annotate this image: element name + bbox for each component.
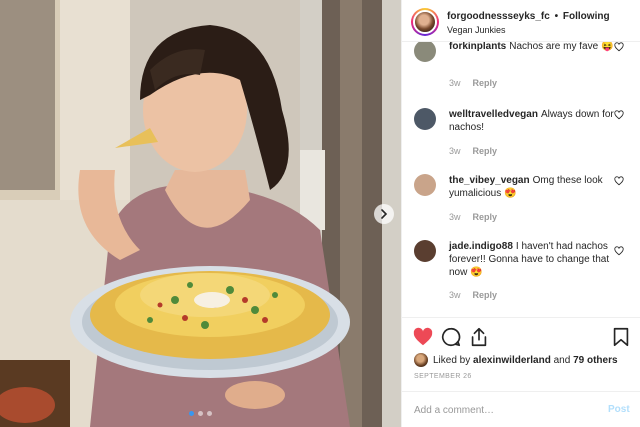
carousel-dot <box>207 411 212 416</box>
heart-icon[interactable] <box>614 246 624 256</box>
post-side-panel: forgoodnessseyks_fc • Following Vegan Ju… <box>401 0 640 427</box>
likes-prefix: Liked by <box>433 354 471 366</box>
commenter-username[interactable]: the_vibey_vegan <box>449 175 530 186</box>
post-location[interactable]: Vegan Junkies <box>447 25 506 35</box>
comment-composer: Post <box>402 391 640 427</box>
commenter-username[interactable]: forkinplants <box>449 42 506 52</box>
commenter-avatar[interactable] <box>414 240 436 262</box>
commenter-username[interactable]: jade.indigo88 <box>449 241 513 252</box>
like-heart-icon[interactable] <box>412 326 434 348</box>
author-avatar[interactable] <box>411 8 439 36</box>
comment-meta: 3w Reply <box>449 146 497 156</box>
comment-text: forkinplants Nachos are my fave 😝 <box>449 42 617 53</box>
carousel-dot <box>198 411 203 416</box>
nachos-photo-illustration <box>0 0 401 427</box>
reply-button[interactable]: Reply <box>473 212 498 222</box>
bookmark-icon[interactable] <box>610 326 632 348</box>
carousel-dot <box>189 411 194 416</box>
liker-avatar <box>414 353 428 367</box>
liker-username[interactable]: alexinwilderland <box>473 355 551 366</box>
comment-age: 3w <box>449 290 461 300</box>
commenter-avatar[interactable] <box>414 108 436 130</box>
post-date[interactable]: SEPTEMBER 26 <box>414 373 472 380</box>
author-username[interactable]: forgoodnessseyks_fc <box>447 11 550 22</box>
comment-meta: 3w Reply <box>449 290 497 300</box>
comment-meta: 3w Reply <box>449 212 497 222</box>
commenter-avatar[interactable] <box>414 174 436 196</box>
comment-age: 3w <box>449 212 461 222</box>
likes-conjunction: and <box>553 354 571 366</box>
commenter-avatar[interactable] <box>414 42 436 62</box>
post-header: forgoodnessseyks_fc • Following Vegan Ju… <box>402 0 640 42</box>
comment-text: welltravelledvegan Always down for nachos… <box>449 108 617 134</box>
commenter-username[interactable]: welltravelledvegan <box>449 109 538 120</box>
heart-icon[interactable] <box>614 110 624 120</box>
reply-button[interactable]: Reply <box>473 78 498 88</box>
comment-age: 3w <box>449 78 461 88</box>
chevron-right-icon <box>381 209 388 219</box>
comments-list[interactable]: forkinplants Nachos are my fave 😝 3w Reply… <box>402 42 640 317</box>
reply-button[interactable]: Reply <box>473 146 498 156</box>
share-icon[interactable] <box>468 326 490 348</box>
comment-icon[interactable] <box>440 326 462 348</box>
add-comment-input[interactable] <box>414 401 594 419</box>
post-photo[interactable] <box>0 0 401 427</box>
comment-age: 3w <box>449 146 461 156</box>
comment-body: Nachos are my fave 😝 <box>509 42 614 52</box>
heart-icon[interactable] <box>614 42 624 52</box>
comment-meta: 3w Reply <box>449 78 497 88</box>
likes-summary: Liked by alexinwilderland and 79 others <box>414 353 618 367</box>
carousel-next-button[interactable] <box>374 204 394 224</box>
header-user-line: forgoodnessseyks_fc • Following <box>447 11 610 22</box>
heart-icon[interactable] <box>614 176 624 186</box>
comment-text: jade.indigo88 I haven't had nachos foreve… <box>449 240 617 279</box>
comment-text: the_vibey_vegan Omg these look yumaliciou… <box>449 174 617 200</box>
likes-others-link[interactable]: 79 others <box>573 355 617 366</box>
post-actions: Liked by alexinwilderland and 79 others … <box>402 317 640 427</box>
follow-status-button[interactable]: Following <box>563 11 610 22</box>
reply-button[interactable]: Reply <box>473 290 498 300</box>
follow-separator: • <box>554 11 559 22</box>
post-comment-button[interactable]: Post <box>608 404 630 415</box>
carousel-indicator <box>0 411 401 416</box>
